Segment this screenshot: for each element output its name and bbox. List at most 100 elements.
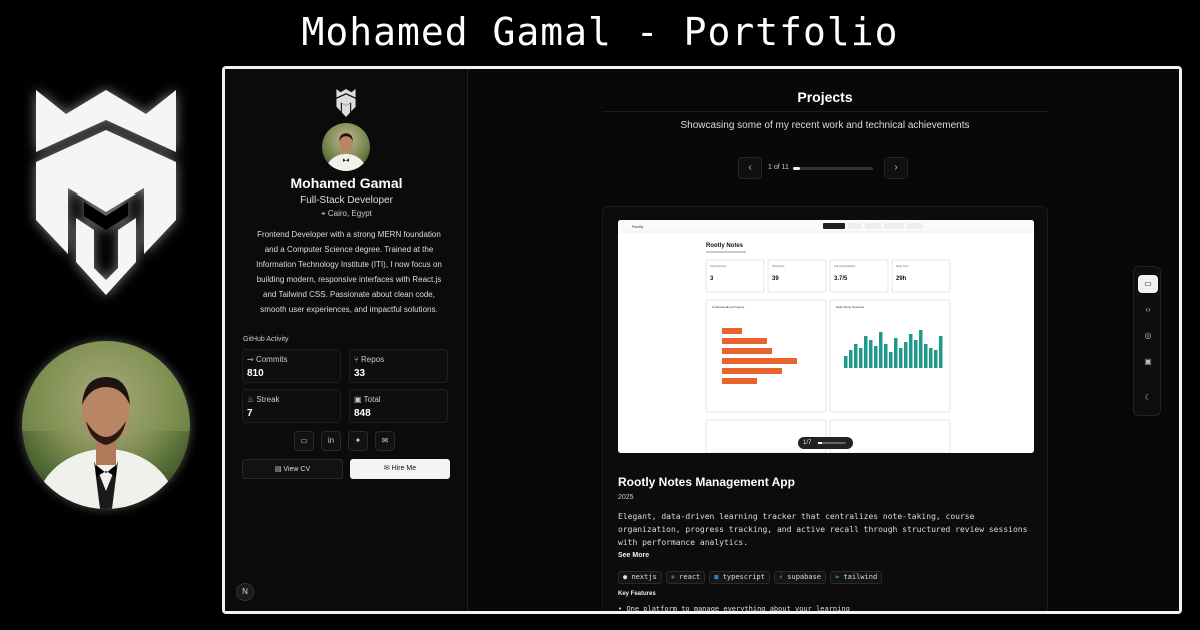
- preview-vbar: [924, 344, 928, 368]
- linkedin-icon[interactable]: in: [321, 431, 341, 451]
- see-more-link[interactable]: See More: [618, 552, 649, 559]
- code-icon[interactable]: ‹›: [1138, 301, 1158, 319]
- preview-metric-value: 39: [772, 276, 779, 282]
- preview-vbar: [859, 348, 863, 368]
- briefcase-icon[interactable]: ▣: [1138, 353, 1158, 371]
- preview-vbar: [919, 330, 923, 368]
- stat-label-text: Total: [363, 395, 381, 404]
- moon-icon[interactable]: ☾: [1138, 389, 1158, 407]
- projects-section: Projects Showcasing some of my recent wo…: [468, 69, 1179, 611]
- preview-vbar: [894, 338, 898, 368]
- brand-logo-icon: [36, 90, 176, 295]
- preview-vbar: [929, 348, 933, 368]
- divider: [602, 111, 1048, 112]
- section-title: Projects: [797, 89, 853, 105]
- stat-value: 810: [247, 368, 264, 379]
- tag-label: react: [679, 573, 701, 581]
- avatar: [322, 123, 370, 171]
- tag-label: supabase: [787, 573, 821, 581]
- brand-logo-small-icon: [336, 89, 356, 117]
- stat-commits: ⊸ Commits 810: [242, 349, 341, 383]
- image-counter-text: 1/7: [803, 440, 812, 446]
- preview-vbar: [914, 340, 918, 368]
- project-description: Elegant, data-driven learning tracker th…: [618, 512, 1028, 547]
- preview-vbar: [879, 332, 883, 368]
- project-card: Rootly Rootly Notes Total Overview 3 Total…: [602, 206, 1048, 611]
- stat-value: 33: [354, 368, 366, 379]
- image-progress-fill: [818, 442, 822, 444]
- preview-vbar: [904, 342, 908, 368]
- preview-metric-label: Total Notes: [772, 265, 785, 268]
- chevron-left-icon: ‹: [748, 162, 752, 173]
- tag-label: tailwind: [843, 573, 878, 581]
- calendar-icon: ▣: [354, 395, 364, 404]
- award-icon[interactable]: ◎: [1138, 327, 1158, 345]
- stat-value: 848: [354, 408, 371, 419]
- stat-value: 7: [247, 408, 253, 419]
- prev-project-button[interactable]: ‹: [738, 157, 762, 179]
- preview-vbar: [934, 350, 938, 368]
- profile-sidebar: Mohamed Gamal Full-Stack Developer ⌖ Cai…: [225, 69, 468, 611]
- stat-label-text: Streak: [256, 395, 280, 404]
- preview-metric-label: Total Overview: [710, 265, 727, 268]
- preview-hbar: [722, 348, 772, 354]
- chevron-right-icon: ›: [894, 162, 898, 173]
- preview-vbar: [854, 344, 858, 368]
- nextjs-badge-icon[interactable]: N: [236, 583, 254, 601]
- project-year: 2025: [618, 494, 634, 501]
- stat-label-text: Repos: [361, 355, 385, 364]
- section-dock: ▭ ‹› ◎ ▣ ☾: [1133, 266, 1161, 416]
- profile-location: ⌖ Cairo, Egypt: [225, 209, 468, 219]
- stat-label: ⑂ Repos: [354, 355, 384, 364]
- profile-photo-large: [22, 341, 190, 509]
- section-subtitle: Showcasing some of my recent work and te…: [680, 120, 970, 131]
- image-counter: 1/7: [798, 437, 853, 449]
- github-activity-title: GitHub Activity: [243, 336, 289, 343]
- preview-hbar: [722, 358, 797, 364]
- dashboard-preview: Rootly Rootly Notes Total Overview3Total…: [618, 220, 1034, 453]
- profile-role: Full-Stack Developer: [300, 195, 393, 206]
- stat-label: ♨ Streak: [247, 395, 280, 404]
- stat-label: ▣ Total: [354, 395, 381, 404]
- folder-icon[interactable]: ▭: [1138, 275, 1158, 293]
- mail-icon[interactable]: ✉: [375, 431, 395, 451]
- view-cv-label: View CV: [283, 466, 311, 473]
- branch-icon: ⑂: [354, 355, 362, 364]
- portfolio-icon[interactable]: ▭: [294, 431, 314, 451]
- flame-icon: ♨: [247, 395, 257, 404]
- project-screenshot[interactable]: Rootly Rootly Notes Total Overview 3 Total…: [618, 220, 1034, 453]
- next-project-button[interactable]: ›: [884, 157, 908, 179]
- tag-supabase: ⚡ supabase: [773, 571, 826, 584]
- image-progress-track: [818, 442, 846, 444]
- hire-me-button[interactable]: ✉ Hire Me: [350, 459, 450, 479]
- tech-tags: ● nextjs ⚛ react ■ typescript ⚡ supabase…: [618, 571, 883, 584]
- project-progress-fill: [793, 167, 801, 170]
- typescript-icon: ■: [714, 573, 723, 581]
- tag-react: ⚛ react: [665, 571, 706, 584]
- preview-vbar: [899, 348, 903, 368]
- preview-title: Rootly Notes: [706, 243, 744, 249]
- preview-metric-value: 29h: [896, 276, 907, 282]
- stat-streak: ♨ Streak 7: [242, 389, 341, 423]
- stat-total: ▣ Total 848: [349, 389, 448, 423]
- key-features-title: Key Features: [618, 591, 656, 597]
- stat-label: ⊸ Commits: [247, 355, 288, 364]
- location-text: Cairo, Egypt: [327, 209, 372, 218]
- preview-app-name: Rootly: [632, 224, 643, 229]
- tag-nextjs: ● nextjs: [618, 571, 662, 584]
- preview-vbar: [864, 336, 868, 368]
- preview-vbar: [869, 340, 873, 368]
- preview-hbar: [722, 378, 757, 384]
- view-cv-button[interactable]: ▤ View CV: [242, 459, 343, 479]
- tag-label: typescript: [722, 573, 765, 581]
- profile-bio: Frontend Developer with a strong MERN fo…: [256, 230, 442, 314]
- preview-vbar: [874, 346, 878, 368]
- preview-vbar: [939, 336, 943, 368]
- preview-vbar: [889, 352, 893, 368]
- twitter-icon[interactable]: ✦: [348, 431, 368, 451]
- preview-hbar: [722, 338, 767, 344]
- tag-typescript: ■ typescript: [709, 571, 770, 584]
- preview-vbar: [884, 344, 888, 368]
- stat-repos: ⑂ Repos 33: [349, 349, 448, 383]
- react-icon: ⚛: [670, 573, 680, 581]
